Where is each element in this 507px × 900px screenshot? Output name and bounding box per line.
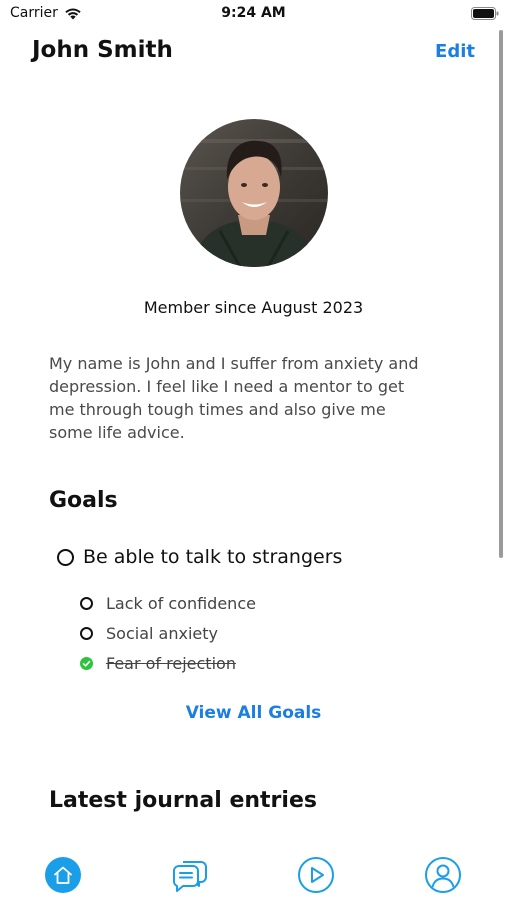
sub-goal-checkbox[interactable] — [80, 627, 93, 640]
sub-goal-item[interactable]: Lack of confidence — [80, 594, 256, 613]
status-time: 9:24 AM — [221, 5, 286, 21]
status-bar: Carrier 9:24 AM — [0, 0, 507, 28]
edit-button[interactable]: Edit — [435, 41, 475, 62]
tab-media[interactable] — [297, 856, 335, 894]
scroll-indicator[interactable] — [499, 30, 503, 558]
battery-icon — [471, 7, 499, 20]
avatar-photo — [180, 119, 328, 267]
main-goal[interactable]: Be able to talk to strangers — [57, 546, 342, 568]
sub-goal-label: Social anxiety — [106, 624, 218, 643]
goal-checkbox[interactable] — [57, 548, 74, 566]
member-since-text: Member since August 2023 — [143, 298, 364, 317]
sub-goal-checkbox[interactable] — [80, 597, 93, 610]
tab-home[interactable] — [44, 856, 82, 894]
play-icon — [298, 857, 334, 893]
sub-goal-item[interactable]: Social anxiety — [80, 624, 218, 643]
sub-goal-label: Fear of rejection — [106, 654, 236, 673]
view-all-goals-button[interactable]: View All Goals — [0, 703, 507, 723]
page-title: John Smith — [32, 37, 173, 63]
journal-heading: Latest journal entries — [49, 788, 317, 813]
tab-profile[interactable] — [424, 856, 462, 894]
home-icon — [45, 857, 81, 893]
tab-bar — [0, 840, 507, 900]
avatar — [180, 119, 328, 267]
goals-heading: Goals — [49, 488, 118, 513]
tab-chat[interactable] — [171, 856, 209, 894]
profile-icon — [425, 857, 461, 893]
check-icon[interactable] — [80, 657, 93, 670]
goal-label: Be able to talk to strangers — [83, 546, 343, 568]
bio-text: My name is John and I suffer from anxiet… — [49, 354, 419, 442]
chat-icon — [173, 861, 207, 892]
nav-header: John Smith Edit — [0, 30, 507, 74]
sub-goal-label: Lack of confidence — [106, 594, 256, 613]
sub-goal-item[interactable]: Fear of rejection — [80, 654, 236, 673]
